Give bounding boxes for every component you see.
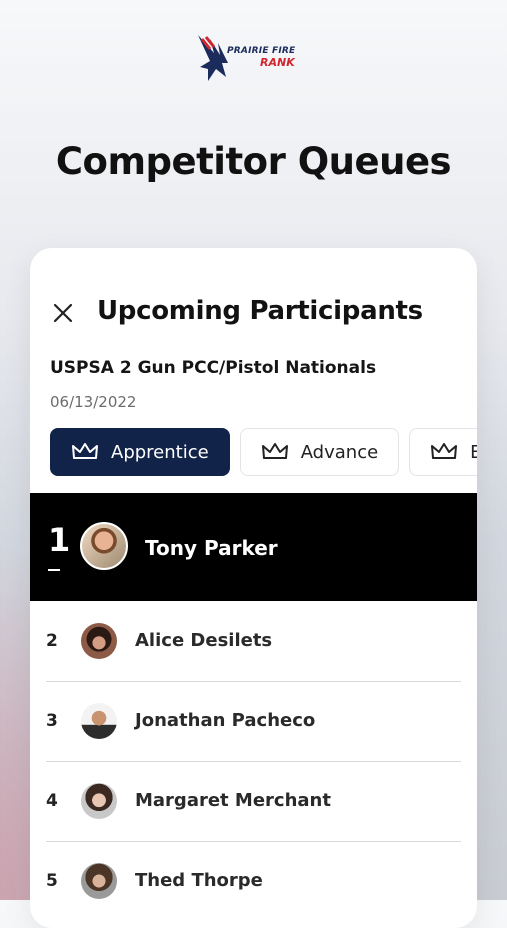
avatar (81, 783, 117, 819)
tab-label: Apprentice (111, 441, 209, 463)
crown-icon (431, 443, 458, 459)
brand-line1: PRAIRIE FIRE (227, 46, 296, 56)
participant-name: Thed Thorpe (135, 870, 263, 891)
participant-row-leader[interactable]: 1 Tony Parker (30, 493, 477, 601)
tab-e[interactable]: E (409, 428, 477, 476)
participant-name: Margaret Merchant (135, 790, 331, 811)
rank-underline (48, 569, 60, 571)
avatar (81, 623, 117, 659)
avatar (80, 522, 128, 570)
participant-name: Jonathan Pacheco (135, 710, 316, 731)
brand-line2: RANK (260, 56, 295, 69)
tab-label: E (470, 441, 477, 463)
participant-name: Tony Parker (145, 536, 278, 560)
crown-icon (261, 443, 288, 459)
participant-row[interactable]: 5 Thed Thorpe (30, 841, 477, 921)
participant-rank: 5 (46, 871, 58, 891)
crown-icon (72, 443, 98, 459)
participant-row[interactable]: 3 Jonathan Pacheco (30, 681, 477, 761)
avatar (81, 863, 117, 899)
close-icon[interactable] (52, 302, 74, 324)
participants-card: Upcoming Participants USPSA 2 Gun PCC/Pi… (30, 248, 477, 928)
card-title: Upcoming Participants (97, 296, 423, 326)
participant-rank: 4 (46, 791, 58, 811)
event-name: USPSA 2 Gun PCC/Pistol Nationals (50, 358, 377, 378)
tab-apprentice[interactable]: Apprentice (50, 428, 230, 476)
participant-rank: 1 (48, 521, 71, 559)
participant-row[interactable]: 4 Margaret Merchant (30, 761, 477, 841)
eagle-icon (198, 35, 228, 81)
brand-logo: PRAIRIE FIRE RANK (196, 33, 314, 85)
participant-rank: 2 (46, 631, 58, 651)
participant-rank: 3 (46, 711, 58, 731)
division-tabs: Apprentice Advance E (50, 428, 477, 478)
page-headline: Competitor Queues (55, 140, 452, 183)
brand-wordmark: PRAIRIE FIRE RANK (227, 46, 296, 69)
participant-name: Alice Desilets (135, 630, 273, 651)
participant-row[interactable]: 2 Alice Desilets (30, 601, 477, 681)
avatar (81, 703, 117, 739)
tab-label: Advance (300, 441, 379, 463)
tab-advance[interactable]: Advance (239, 428, 400, 476)
event-date: 06/13/2022 (50, 393, 137, 411)
